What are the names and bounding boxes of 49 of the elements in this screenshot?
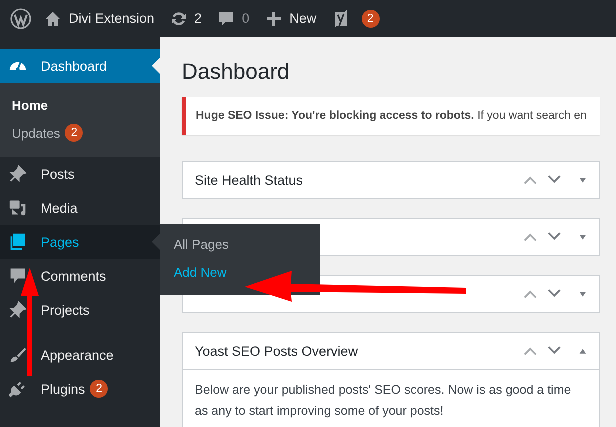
pin-icon — [9, 301, 27, 319]
menu-item[interactable]: Projects — [0, 293, 160, 327]
menu-item[interactable]: Pages — [0, 225, 160, 259]
menu-item[interactable]: Posts — [0, 157, 160, 191]
menu-item[interactable]: Comments — [0, 259, 160, 293]
move-up-icon[interactable] — [523, 232, 538, 242]
move-down-icon[interactable] — [547, 289, 562, 299]
home-icon[interactable] — [45, 10, 61, 26]
plug-icon — [9, 380, 27, 398]
move-down-icon[interactable] — [547, 175, 562, 185]
count-badge: 2 — [65, 124, 84, 142]
paintbrush-icon — [9, 346, 27, 364]
toggle-icon[interactable] — [579, 290, 587, 298]
widget-title: Site Health Status — [195, 172, 304, 188]
comments-count[interactable]: 0 — [242, 11, 250, 26]
wordpress-logo-icon[interactable] — [10, 8, 32, 30]
move-up-icon[interactable] — [523, 289, 538, 299]
comment-icon[interactable] — [218, 10, 234, 26]
plus-icon[interactable] — [266, 10, 282, 26]
flyout-item[interactable]: Add New — [160, 259, 320, 287]
widget-title: Yoast SEO Posts Overview — [195, 344, 358, 358]
site-name-link[interactable]: Divi Extension — [69, 11, 155, 26]
move-up-icon[interactable] — [523, 175, 538, 185]
move-down-icon[interactable] — [547, 346, 562, 356]
menu-item[interactable]: Plugins 2 — [0, 372, 160, 406]
media-icon — [9, 199, 27, 217]
toggle-icon[interactable] — [579, 234, 587, 240]
notification-badge: 2 — [362, 10, 380, 28]
menu-item[interactable]: Appearance — [0, 338, 160, 372]
submenu-item[interactable]: Updates 2 — [0, 119, 160, 147]
move-down-icon[interactable] — [547, 232, 562, 242]
toggle-icon[interactable] — [579, 176, 587, 184]
refresh-icon[interactable] — [170, 10, 187, 26]
notice-message: Huge SEO Issue: You're blocking access to robots. If you want search en — [182, 97, 600, 135]
page-title: Dashboard — [182, 59, 291, 85]
move-up-icon[interactable] — [523, 346, 538, 356]
pin-icon — [9, 165, 27, 183]
pages-icon — [9, 233, 27, 251]
updates-count[interactable]: 2 — [194, 11, 202, 26]
comment-icon — [9, 267, 27, 285]
toggle-icon[interactable] — [579, 348, 587, 354]
menu-item[interactable]: Dashboard — [0, 49, 160, 83]
flyout-item[interactable]: All Pages — [160, 231, 320, 259]
widget-text: Below are your published posts' SEO scores. Now is as good a time as any to start improving some of your posts! — [194, 382, 572, 420]
menu-item[interactable]: Media — [0, 191, 160, 225]
submenu-item[interactable]: Home — [0, 91, 160, 119]
count-badge: 2 — [90, 380, 108, 398]
y-logo-icon[interactable] — [332, 8, 349, 28]
new-link[interactable]: New — [290, 11, 317, 26]
